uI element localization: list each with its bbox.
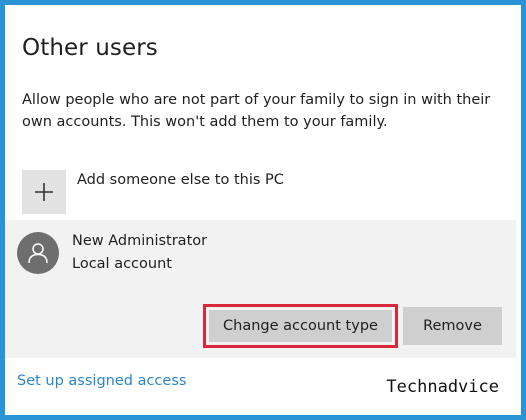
plus-icon [35,183,53,201]
add-someone-else-button[interactable]: Add someone else to this PC [22,170,492,214]
person-icon [28,243,48,264]
highlight-box: Change account type [203,304,398,348]
remove-button[interactable]: Remove [403,307,502,345]
account-type-label: Local account [72,256,172,272]
set-up-assigned-access-link[interactable]: Set up assigned access [17,373,186,389]
account-panel[interactable]: New Administrator Local account Change a… [5,220,516,358]
page-title: Other users [22,35,158,61]
add-someone-else-label: Add someone else to this PC [77,172,284,188]
avatar [17,232,59,274]
account-name: New Administrator [72,233,208,249]
page-description: Allow people who are not part of your fa… [22,92,491,130]
watermark-text: Technadvice [386,377,499,397]
change-account-type-button[interactable]: Change account type [209,310,392,342]
add-user-tile[interactable] [22,170,66,214]
